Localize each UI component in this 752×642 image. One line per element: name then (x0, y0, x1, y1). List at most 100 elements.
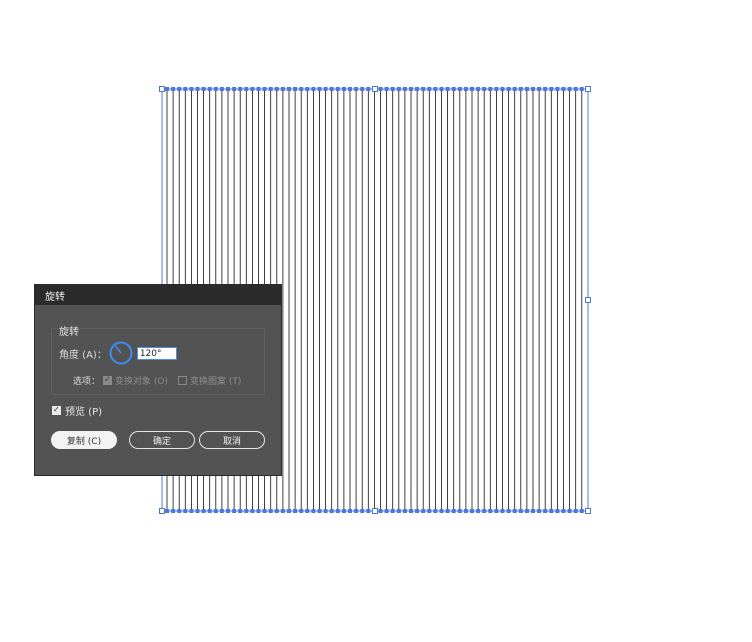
anchor-point[interactable] (476, 87, 481, 91)
anchor-point[interactable] (268, 509, 273, 513)
anchor-point[interactable] (329, 509, 334, 513)
anchor-point[interactable] (348, 509, 352, 513)
anchor-point[interactable] (287, 87, 291, 91)
anchor-point[interactable] (433, 87, 438, 91)
anchor-point[interactable] (201, 509, 206, 513)
anchor-point[interactable] (280, 87, 285, 91)
anchor-point[interactable] (427, 509, 432, 513)
anchor-point[interactable] (402, 87, 407, 91)
anchor-point[interactable] (402, 509, 407, 513)
transform-objects-checkbox[interactable]: ✓ (103, 375, 113, 385)
anchor-point[interactable] (537, 509, 542, 513)
anchor-point[interactable] (463, 87, 468, 91)
anchor-point[interactable] (226, 509, 230, 513)
anchor-point[interactable] (488, 87, 493, 91)
anchor-point[interactable] (445, 509, 450, 513)
resize-handle[interactable] (585, 297, 591, 303)
anchor-point[interactable] (171, 509, 176, 513)
anchor-point[interactable] (232, 87, 237, 91)
anchor-point[interactable] (341, 509, 346, 513)
anchor-point[interactable] (494, 87, 499, 91)
anchor-point[interactable] (451, 87, 456, 91)
anchor-point[interactable] (256, 87, 261, 91)
anchor-point[interactable] (238, 87, 243, 91)
anchor-point[interactable] (207, 87, 212, 91)
anchor-point[interactable] (378, 87, 383, 91)
anchor-point[interactable] (323, 509, 328, 513)
anchor-point[interactable] (409, 87, 413, 91)
anchor-point[interactable] (506, 509, 511, 513)
cancel-button[interactable]: 取消 (199, 431, 265, 449)
anchor-point[interactable] (573, 87, 578, 91)
anchor-point[interactable] (421, 509, 426, 513)
resize-handle[interactable] (159, 86, 165, 92)
anchor-point[interactable] (518, 87, 523, 91)
anchor-point[interactable] (262, 509, 267, 513)
anchor-point[interactable] (183, 509, 188, 513)
anchor-point[interactable] (219, 509, 224, 513)
anchor-point[interactable] (500, 509, 505, 513)
anchor-point[interactable] (280, 509, 285, 513)
copy-button[interactable]: 复制 (C) (51, 431, 117, 449)
anchor-point[interactable] (561, 87, 566, 91)
anchor-point[interactable] (165, 87, 169, 91)
anchor-point[interactable] (195, 509, 200, 513)
anchor-point[interactable] (579, 87, 584, 91)
anchor-point[interactable] (390, 509, 395, 513)
angle-input[interactable]: 120° (136, 346, 177, 360)
anchor-point[interactable] (531, 87, 535, 91)
anchor-point[interactable] (524, 509, 529, 513)
anchor-point[interactable] (274, 509, 279, 513)
anchor-point[interactable] (177, 509, 182, 513)
anchor-point[interactable] (415, 509, 420, 513)
anchor-point[interactable] (238, 509, 243, 513)
anchor-point[interactable] (189, 87, 194, 91)
anchor-point[interactable] (579, 509, 584, 513)
transform-patterns-checkbox[interactable] (177, 375, 187, 385)
resize-handle[interactable] (585, 508, 591, 514)
anchor-point[interactable] (506, 87, 511, 91)
anchor-point[interactable] (341, 87, 346, 91)
resize-handle[interactable] (372, 86, 378, 92)
anchor-point[interactable] (299, 509, 304, 513)
anchor-point[interactable] (396, 87, 401, 91)
anchor-point[interactable] (561, 509, 566, 513)
resize-handle[interactable] (585, 86, 591, 92)
anchor-point[interactable] (219, 87, 224, 91)
angle-dial-icon[interactable] (109, 341, 133, 365)
anchor-point[interactable] (366, 509, 371, 513)
anchor-point[interactable] (524, 87, 529, 91)
anchor-point[interactable] (293, 509, 298, 513)
anchor-point[interactable] (287, 509, 291, 513)
anchor-point[interactable] (555, 509, 560, 513)
anchor-point[interactable] (329, 87, 334, 91)
anchor-point[interactable] (409, 509, 413, 513)
anchor-point[interactable] (348, 87, 352, 91)
anchor-point[interactable] (274, 87, 279, 91)
anchor-point[interactable] (482, 509, 487, 513)
anchor-point[interactable] (305, 509, 310, 513)
anchor-point[interactable] (262, 87, 267, 91)
anchor-point[interactable] (439, 87, 444, 91)
anchor-point[interactable] (354, 509, 359, 513)
anchor-point[interactable] (421, 87, 426, 91)
anchor-point[interactable] (512, 509, 517, 513)
anchor-point[interactable] (213, 509, 218, 513)
anchor-point[interactable] (390, 87, 395, 91)
anchor-point[interactable] (378, 509, 383, 513)
anchor-point[interactable] (531, 509, 535, 513)
anchor-point[interactable] (335, 87, 340, 91)
anchor-point[interactable] (494, 509, 499, 513)
anchor-point[interactable] (537, 87, 542, 91)
anchor-point[interactable] (518, 509, 523, 513)
anchor-point[interactable] (360, 509, 365, 513)
anchor-point[interactable] (195, 87, 200, 91)
preview-checkbox[interactable]: ✓ (52, 405, 61, 415)
dialog-titlebar[interactable]: 旋转 (35, 285, 281, 305)
anchor-point[interactable] (567, 509, 572, 513)
anchor-point[interactable] (323, 87, 328, 91)
anchor-point[interactable] (311, 87, 316, 91)
anchor-point[interactable] (213, 87, 218, 91)
anchor-point[interactable] (226, 87, 230, 91)
anchor-point[interactable] (366, 87, 371, 91)
